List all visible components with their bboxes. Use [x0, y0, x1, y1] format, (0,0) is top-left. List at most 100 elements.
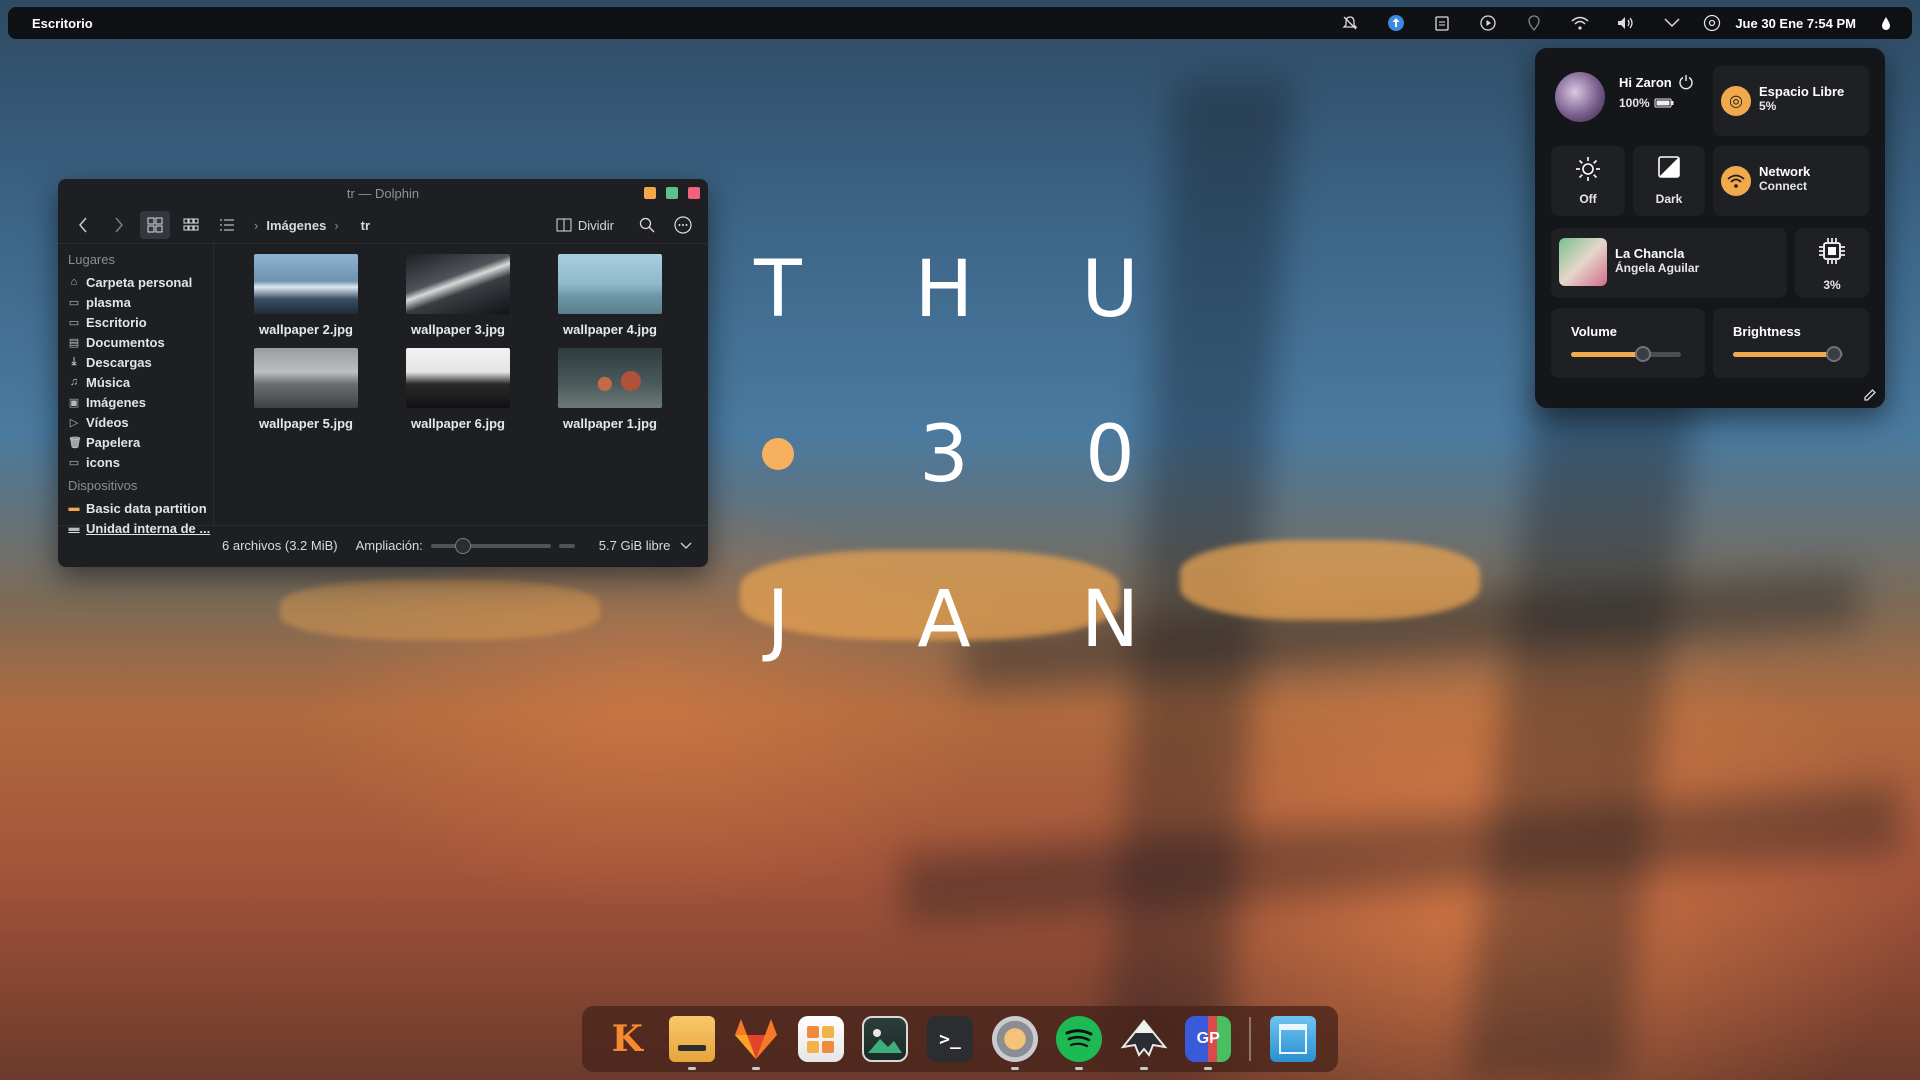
close-button[interactable]: [688, 187, 700, 199]
storage-title: Espacio Libre: [1759, 84, 1845, 99]
control-center-icon[interactable]: [1695, 14, 1729, 32]
brightness-slider[interactable]: [1733, 346, 1843, 362]
sidebar-item-device[interactable]: ▬ Basic data partition: [68, 498, 213, 518]
search-icon[interactable]: [632, 211, 662, 239]
power-icon[interactable]: [1678, 74, 1694, 90]
file-item[interactable]: wallpaper 3.jpg: [382, 254, 534, 348]
split-icon: [556, 218, 572, 232]
active-window-title: Escritorio: [32, 15, 93, 31]
folder-icon: ▭: [68, 456, 80, 469]
volume-slider-fill: [1571, 352, 1643, 357]
dock-app-files[interactable]: [663, 1009, 722, 1070]
breadcrumb-item[interactable]: Imágenes: [266, 218, 326, 233]
network-title: Network: [1759, 164, 1811, 179]
file-item[interactable]: wallpaper 6.jpg: [382, 348, 534, 442]
dock-app-settings[interactable]: [985, 1009, 1044, 1070]
location-icon[interactable]: [1511, 15, 1557, 31]
file-thumbnail: [406, 254, 510, 314]
details-view-button[interactable]: [212, 211, 242, 239]
file-item[interactable]: wallpaper 4.jpg: [534, 254, 686, 348]
file-item[interactable]: wallpaper 5.jpg: [230, 348, 382, 442]
volume-slider[interactable]: [1571, 346, 1681, 362]
icons-view-button[interactable]: [140, 211, 170, 239]
media-play-icon[interactable]: [1465, 15, 1511, 31]
volume-slider-handle[interactable]: [1634, 346, 1651, 362]
sidebar-item-videos[interactable]: ▷ Vídeos: [68, 412, 213, 432]
sidebar-item-home[interactable]: ⌂ Carpeta personal: [68, 272, 213, 292]
sidebar-item-plasma[interactable]: ▭ plasma: [68, 292, 213, 312]
volume-icon[interactable]: [1603, 16, 1649, 30]
chevron-down-icon[interactable]: [680, 542, 692, 550]
clipboard-icon[interactable]: [1419, 15, 1465, 31]
network-card[interactable]: Network Connect: [1713, 146, 1869, 216]
storage-card[interactable]: ◎ Espacio Libre 5%: [1713, 66, 1869, 136]
window-shadow: [898, 785, 1902, 925]
brightness-label: Brightness: [1733, 324, 1801, 339]
theme-toggle[interactable]: Dark: [1633, 146, 1705, 216]
dolphin-window: tr — Dolphin › Imágenes › tr Dividir Lug…: [58, 179, 708, 567]
song-artist: Ángela Aguilar: [1615, 261, 1700, 275]
dock-app-window-manager[interactable]: [1263, 1009, 1322, 1069]
maximize-button[interactable]: [666, 187, 678, 199]
dock-app-gitlab[interactable]: [727, 1009, 786, 1070]
dock-app-inkscape[interactable]: [1114, 1009, 1173, 1070]
free-space[interactable]: 5.7 GiB libre: [599, 538, 671, 553]
file-item[interactable]: wallpaper 2.jpg: [230, 254, 382, 348]
sidebar-item-icons[interactable]: ▭ icons: [68, 452, 213, 472]
wifi-icon[interactable]: [1557, 16, 1603, 30]
forward-button[interactable]: [104, 211, 134, 239]
dock-app-store[interactable]: [792, 1009, 851, 1069]
minimize-button[interactable]: [644, 187, 656, 199]
split-button[interactable]: Dividir: [556, 218, 614, 233]
brightness-slider-handle[interactable]: [1826, 346, 1843, 362]
chevron-down-icon[interactable]: [1649, 18, 1695, 28]
places-header: Lugares: [68, 252, 115, 267]
date-digit: 3: [919, 410, 969, 500]
desktop-icon: ▭: [68, 316, 80, 329]
update-icon[interactable]: [1373, 14, 1419, 32]
zoom-slider-handle[interactable]: [454, 537, 471, 554]
zoom-slider[interactable]: [430, 537, 551, 554]
terminal-icon: >_: [927, 1016, 973, 1062]
notifications-icon[interactable]: [1327, 15, 1373, 31]
night-light-toggle[interactable]: Off: [1551, 146, 1625, 216]
breadcrumb-item[interactable]: tr: [361, 218, 370, 233]
running-indicator: [1075, 1067, 1084, 1070]
sidebar-item-trash[interactable]: 🗑 Papelera: [68, 432, 213, 452]
month-letter: J: [766, 575, 790, 665]
dock-app-terminal[interactable]: >_: [921, 1009, 980, 1069]
menu-icon[interactable]: [668, 211, 698, 239]
media-card[interactable]: La Chancla Ángela Aguilar: [1551, 228, 1787, 298]
file-item[interactable]: wallpaper 1.jpg: [534, 348, 686, 442]
sidebar-item-device[interactable]: ▬ Unidad interna de ...: [68, 518, 213, 538]
places-sidebar: Lugares ⌂ Carpeta personal ▭ plasma ▭ Escri…: [58, 244, 214, 536]
dock-app-gparted[interactable]: GP: [1179, 1009, 1238, 1070]
dock-app-kde[interactable]: K: [598, 1009, 657, 1069]
back-button[interactable]: [68, 211, 98, 239]
dock-app-image-viewer[interactable]: [856, 1009, 915, 1069]
user-card: Hi Zaron 100%: [1551, 62, 1711, 134]
split-label: Dividir: [577, 217, 614, 233]
theme-icon: [1658, 156, 1680, 178]
dock-separator: [1249, 1017, 1252, 1061]
avatar[interactable]: [1555, 72, 1605, 122]
documents-icon: ▤: [68, 336, 80, 349]
sidebar-item-documents[interactable]: ▤ Documentos: [68, 332, 213, 352]
cpu-card[interactable]: 3%: [1795, 228, 1869, 298]
sidebar-item-desktop[interactable]: ▭ Escritorio: [68, 312, 213, 332]
images-icon: ▣: [68, 396, 80, 409]
sidebar-item-downloads[interactable]: ⤓ Descargas: [68, 352, 213, 372]
running-indicator: [1139, 1067, 1148, 1070]
drive-icon: ▬: [68, 502, 80, 514]
wifi-icon: [1721, 166, 1751, 196]
launcher-drop-icon[interactable]: [1876, 16, 1896, 30]
compact-view-button[interactable]: [176, 211, 206, 239]
sidebar-item-images[interactable]: ▣ Imágenes: [68, 392, 213, 412]
edit-icon[interactable]: [1863, 388, 1877, 402]
sidebar-item-music[interactable]: ♫ Música: [68, 372, 213, 392]
clock[interactable]: Jue 30 Ene 7:54 PM: [1735, 16, 1856, 31]
file-count: 6 archivos (3.2 MiB): [222, 538, 338, 553]
kde-icon: K: [611, 1018, 643, 1060]
dock-app-spotify[interactable]: [1050, 1009, 1109, 1070]
window-titlebar[interactable]: tr — Dolphin: [58, 179, 708, 207]
